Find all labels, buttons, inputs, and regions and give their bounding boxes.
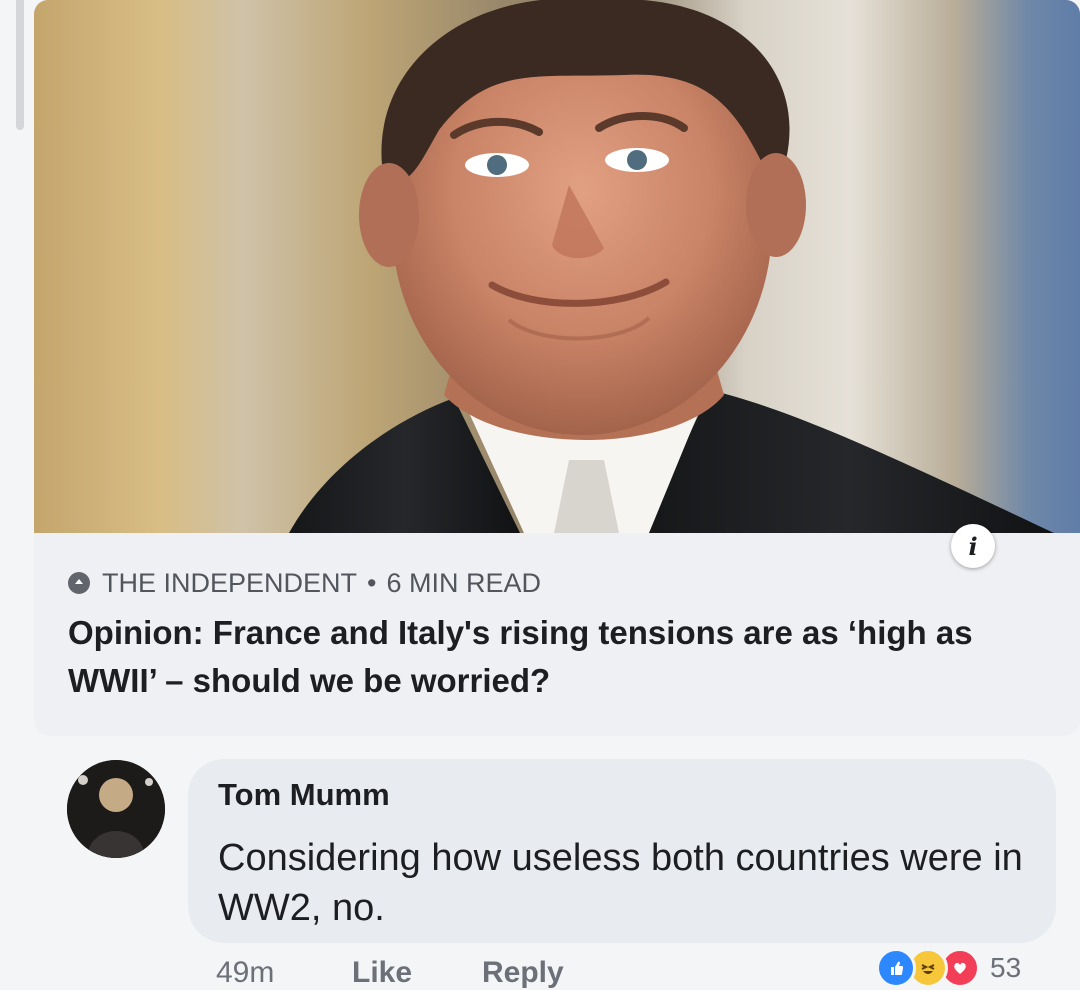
comment-bubble[interactable]: Tom Mumm Considering how useless both co… — [188, 759, 1056, 943]
like-icon — [876, 948, 916, 988]
read-time: 6 MIN READ — [386, 567, 542, 598]
info-icon[interactable]: i — [951, 524, 995, 568]
portrait-illustration — [289, 0, 1054, 533]
article-headline[interactable]: Opinion: France and Italy's rising tensi… — [68, 609, 1058, 705]
scroll-indicator[interactable] — [16, 0, 24, 130]
globe-icon — [68, 572, 90, 594]
article-image[interactable] — [34, 0, 1080, 533]
reaction-summary[interactable]: 53 — [876, 948, 1021, 988]
reaction-count[interactable]: 53 — [990, 952, 1021, 984]
comment-actions: 49m Like Reply — [216, 956, 564, 990]
comment-timestamp[interactable]: 49m — [216, 956, 352, 990]
comment-text: Considering how useless both countries w… — [218, 837, 1023, 929]
reply-button[interactable]: Reply — [482, 956, 564, 990]
comment-author[interactable]: Tom Mumm — [218, 777, 390, 813]
article-source-row: THE INDEPENDENT • 6 MIN READ — [68, 563, 541, 603]
like-button[interactable]: Like — [352, 956, 482, 990]
link-preview-card[interactable]: THE INDEPENDENT • 6 MIN READ Opinion: Fr… — [34, 0, 1080, 736]
source-name: THE INDEPENDENT — [102, 567, 358, 598]
avatar-image — [67, 760, 165, 858]
avatar[interactable] — [67, 760, 165, 858]
source-separator: • — [367, 567, 377, 598]
